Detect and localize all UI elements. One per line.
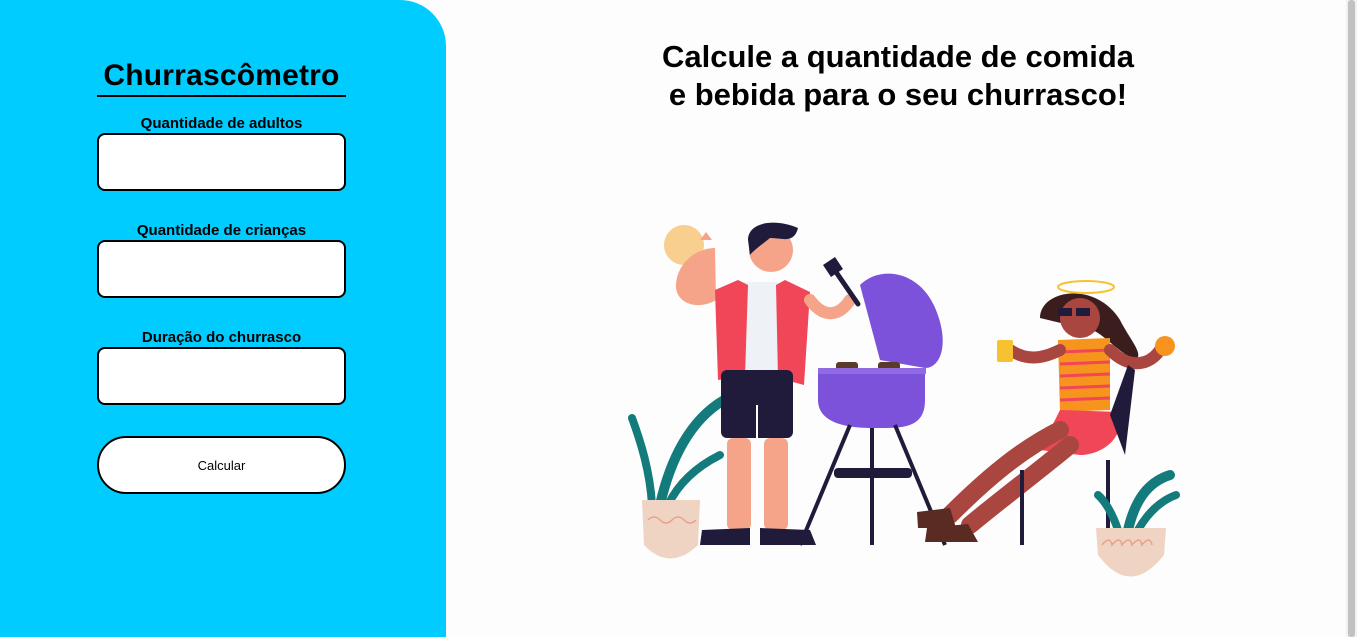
adults-input[interactable] [97, 133, 346, 191]
children-input[interactable] [97, 240, 346, 298]
calculate-button[interactable]: Calcular [97, 436, 346, 494]
adults-label: Quantidade de adultos [140, 115, 303, 132]
page-headline: Calcule a quantidade de comida e bebida … [560, 38, 1236, 114]
app-title: Churrascômetro [97, 58, 346, 97]
headline-line-2: e bebida para o seu churrasco! [668, 77, 1128, 112]
vertical-scrollbar[interactable] [1346, 0, 1357, 637]
children-label: Quantidade de crianças [136, 222, 307, 239]
barbecue-illustration [628, 222, 1180, 577]
duration-input[interactable] [97, 347, 346, 405]
sidebar: Churrascômetro Quantidade de adultos Qua… [0, 0, 446, 637]
scrollbar-thumb[interactable] [1348, 0, 1355, 637]
headline-line-1: Calcule a quantidade de comida [661, 39, 1134, 74]
duration-label: Duração do churrasco [141, 329, 302, 346]
